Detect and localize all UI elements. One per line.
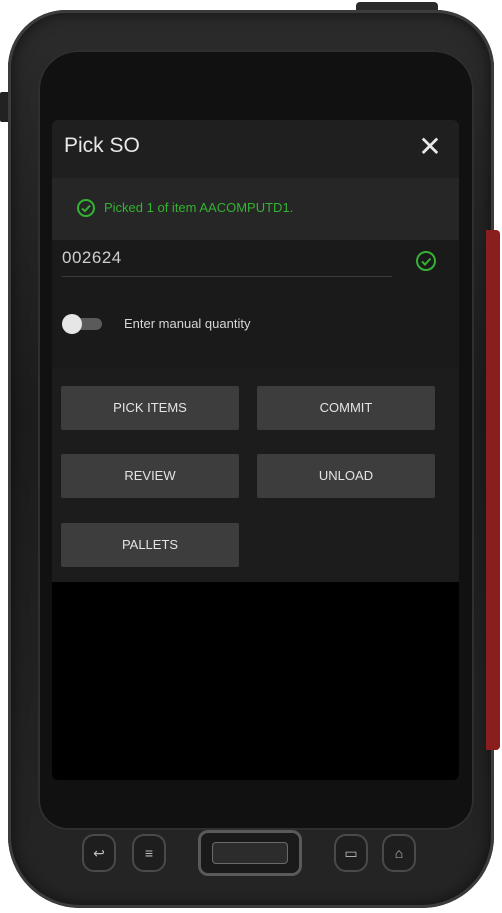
- pick-items-button[interactable]: PICK ITEMS: [61, 386, 239, 430]
- review-button[interactable]: REVIEW: [61, 454, 239, 498]
- commit-button[interactable]: COMMIT: [257, 386, 435, 430]
- success-toast: Picked 1 of item AACOMPUTD1.: [52, 178, 459, 240]
- scan-section: 002624 Enter manual quantity: [52, 240, 459, 368]
- back-key-icon: ↩: [93, 845, 105, 861]
- title-bar: Pick SO ✕: [52, 120, 459, 178]
- menu-key-icon: ≡: [144, 845, 154, 861]
- page-title: Pick SO: [64, 134, 140, 157]
- close-icon: ✕: [418, 131, 442, 162]
- input-underline: [62, 276, 392, 277]
- back-key[interactable]: ↩: [82, 834, 116, 872]
- scan-trigger[interactable]: [198, 830, 302, 876]
- device-frame: Pick SO ✕ Picked 1 of item AACOMPUTD1. 0…: [0, 0, 502, 913]
- check-circle-icon: [77, 199, 95, 217]
- home-key-icon: ⌂: [394, 845, 404, 861]
- scan-input[interactable]: 002624: [62, 248, 122, 268]
- manual-quantity-label: Enter manual quantity: [124, 316, 251, 331]
- hardware-keys: ↩ ≡ ▭ ⌂: [80, 826, 420, 882]
- close-button[interactable]: ✕: [413, 130, 447, 164]
- unload-button[interactable]: UNLOAD: [257, 454, 435, 498]
- device-side-accent: [486, 230, 500, 750]
- actions-panel: PICK ITEMS COMMIT REVIEW UNLOAD PALLETS: [52, 368, 459, 582]
- menu-key[interactable]: ≡: [132, 834, 166, 872]
- home-key[interactable]: ⌂: [382, 834, 416, 872]
- recent-key[interactable]: ▭: [334, 834, 368, 872]
- toggle-knob: [62, 314, 82, 334]
- manual-quantity-toggle[interactable]: [62, 314, 104, 334]
- recent-key-icon: ▭: [344, 845, 358, 861]
- toast-message: Picked 1 of item AACOMPUTD1.: [104, 200, 294, 215]
- scan-trigger-window: [212, 842, 288, 864]
- pallets-button[interactable]: PALLETS: [61, 523, 239, 567]
- app-screen: Pick SO ✕ Picked 1 of item AACOMPUTD1. 0…: [52, 120, 459, 780]
- check-circle-icon: [416, 251, 436, 271]
